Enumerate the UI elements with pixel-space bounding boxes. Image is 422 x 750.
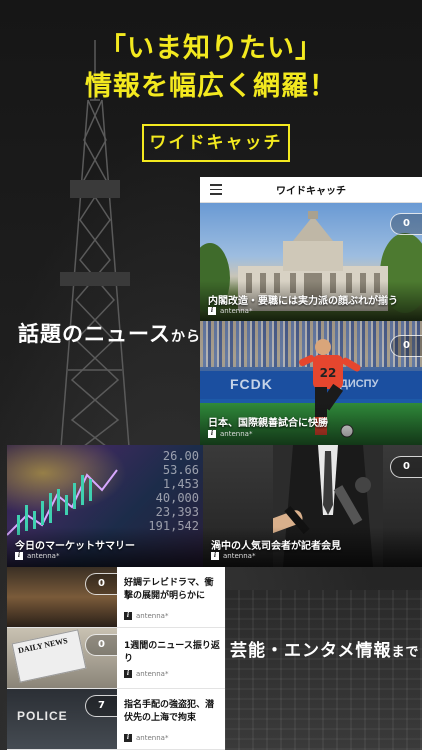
card-title: 今日のマーケットサマリー xyxy=(15,541,135,552)
news-card-cabinet[interactable]: 0 内閣改造・要職には実力派の顔ぶれが揃う i antenna* xyxy=(200,203,422,321)
stock-digit-value: 23,393 xyxy=(155,505,199,519)
ad-board-text: FCDK xyxy=(230,376,273,392)
comment-count-badge[interactable]: 0 xyxy=(85,573,117,595)
comment-count-badge[interactable]: 0 xyxy=(390,213,422,235)
antenna-logo-icon: i xyxy=(211,552,219,560)
list-item[interactable]: 0 好調テレビドラマ、衝撃の展開が明らかに i antenna* xyxy=(7,567,225,628)
card-source: i antenna* xyxy=(211,552,255,560)
card-source: i antenna* xyxy=(208,430,252,438)
newspaper-title: DAILY NEWS xyxy=(17,635,69,656)
newspaper-image: DAILY NEWS xyxy=(11,629,87,683)
source-label: antenna* xyxy=(136,612,169,620)
list-item[interactable]: POLICE 7 指名手配の強盗犯、潜伏先の上海で拘束 i antenna* xyxy=(7,689,225,750)
source-label: antenna* xyxy=(223,552,256,560)
antenna-logo-icon: i xyxy=(124,734,132,742)
comment-count-badge[interactable]: 0 xyxy=(390,335,422,357)
list-item-source: i antenna* xyxy=(124,670,168,678)
source-label: antenna* xyxy=(136,734,169,742)
stock-digit-value: 53.66 xyxy=(162,463,199,477)
source-label: antenna* xyxy=(136,670,169,678)
news-card-market[interactable]: 26.00 53.66 1,453 40,000 23,393 191,542 … xyxy=(7,445,203,567)
list-item-title: 好調テレビドラマ、衝撃の展開が明らかに xyxy=(124,578,214,601)
svg-text:22: 22 xyxy=(320,366,337,380)
news-card-soccer[interactable]: FCDK ДИСПУ 22 0 日本、国際親善試合に快勝 i antenna* xyxy=(200,321,422,445)
caption-entertainment: 芸能・エンタメ情報まで xyxy=(230,636,420,661)
card-source: i antenna* xyxy=(208,307,252,315)
list-item[interactable]: DAILY NEWS 0 1週間のニュース振り返り i antenna* xyxy=(7,628,225,689)
antenna-logo-icon: i xyxy=(208,430,216,438)
caption-ent-suffix: まで xyxy=(391,645,420,660)
antenna-logo-icon: i xyxy=(15,552,23,560)
comment-count-badge[interactable]: 7 xyxy=(85,695,117,717)
card-title: 内閣改造・要職には実力派の顔ぶれが揃う xyxy=(208,296,398,307)
headline: 「いま知りたい」 情報を幅広く網羅！ xyxy=(0,30,422,106)
list-item-source: i antenna* xyxy=(124,734,168,742)
antenna-logo-icon: i xyxy=(208,307,216,315)
stock-digits: 26.00 53.66 1,453 40,000 23,393 191,542 xyxy=(109,449,199,533)
caption-topics-main: 話題のニュース xyxy=(18,322,171,346)
police-label: POLICE xyxy=(17,709,68,723)
hamburger-menu-icon[interactable] xyxy=(210,184,222,195)
feature-tag: ワイドキャッチ xyxy=(142,124,290,162)
caption-topics: 話題のニュースから xyxy=(18,318,201,348)
list-item-title: 指名手配の強盗犯、潜伏先の上海で拘束 xyxy=(124,700,215,723)
card-source: i antenna* xyxy=(15,552,59,560)
headline-line-1: 「いま知りたい」 xyxy=(99,33,323,64)
source-label: antenna* xyxy=(220,430,253,438)
stock-digit-value: 40,000 xyxy=(155,491,199,505)
comment-count-badge[interactable]: 0 xyxy=(390,456,422,478)
antenna-logo-icon: i xyxy=(124,612,132,620)
caption-topics-suffix: から xyxy=(170,329,201,345)
comment-count-badge[interactable]: 0 xyxy=(85,634,117,656)
antenna-logo-icon: i xyxy=(124,670,132,678)
headline-line-2: 情報を幅広く網羅！ xyxy=(85,71,337,102)
caption-ent-main: 芸能・エンタメ情報 xyxy=(230,641,392,661)
stock-digit-value: 26.00 xyxy=(162,449,199,463)
list-item-source: i antenna* xyxy=(124,612,168,620)
news-list: 0 好調テレビドラマ、衝撃の展開が明らかに i antenna* DAILY N… xyxy=(7,567,225,750)
source-label: antenna* xyxy=(220,307,253,315)
news-card-press-conference[interactable]: 0 渦中の人気司会者が記者会見 i antenna* xyxy=(203,445,422,567)
city-skyline xyxy=(210,590,422,750)
app-title: ワイドキャッチ xyxy=(276,186,346,197)
stock-digit-value: 1,453 xyxy=(162,477,199,491)
source-label: antenna* xyxy=(27,552,60,560)
card-title: 日本、国際親善試合に快勝 xyxy=(208,418,328,429)
card-title: 渦中の人気司会者が記者会見 xyxy=(211,541,341,552)
app-header: ワイドキャッチ xyxy=(200,177,422,203)
list-item-title: 1週間のニュース振り返り xyxy=(124,641,220,664)
